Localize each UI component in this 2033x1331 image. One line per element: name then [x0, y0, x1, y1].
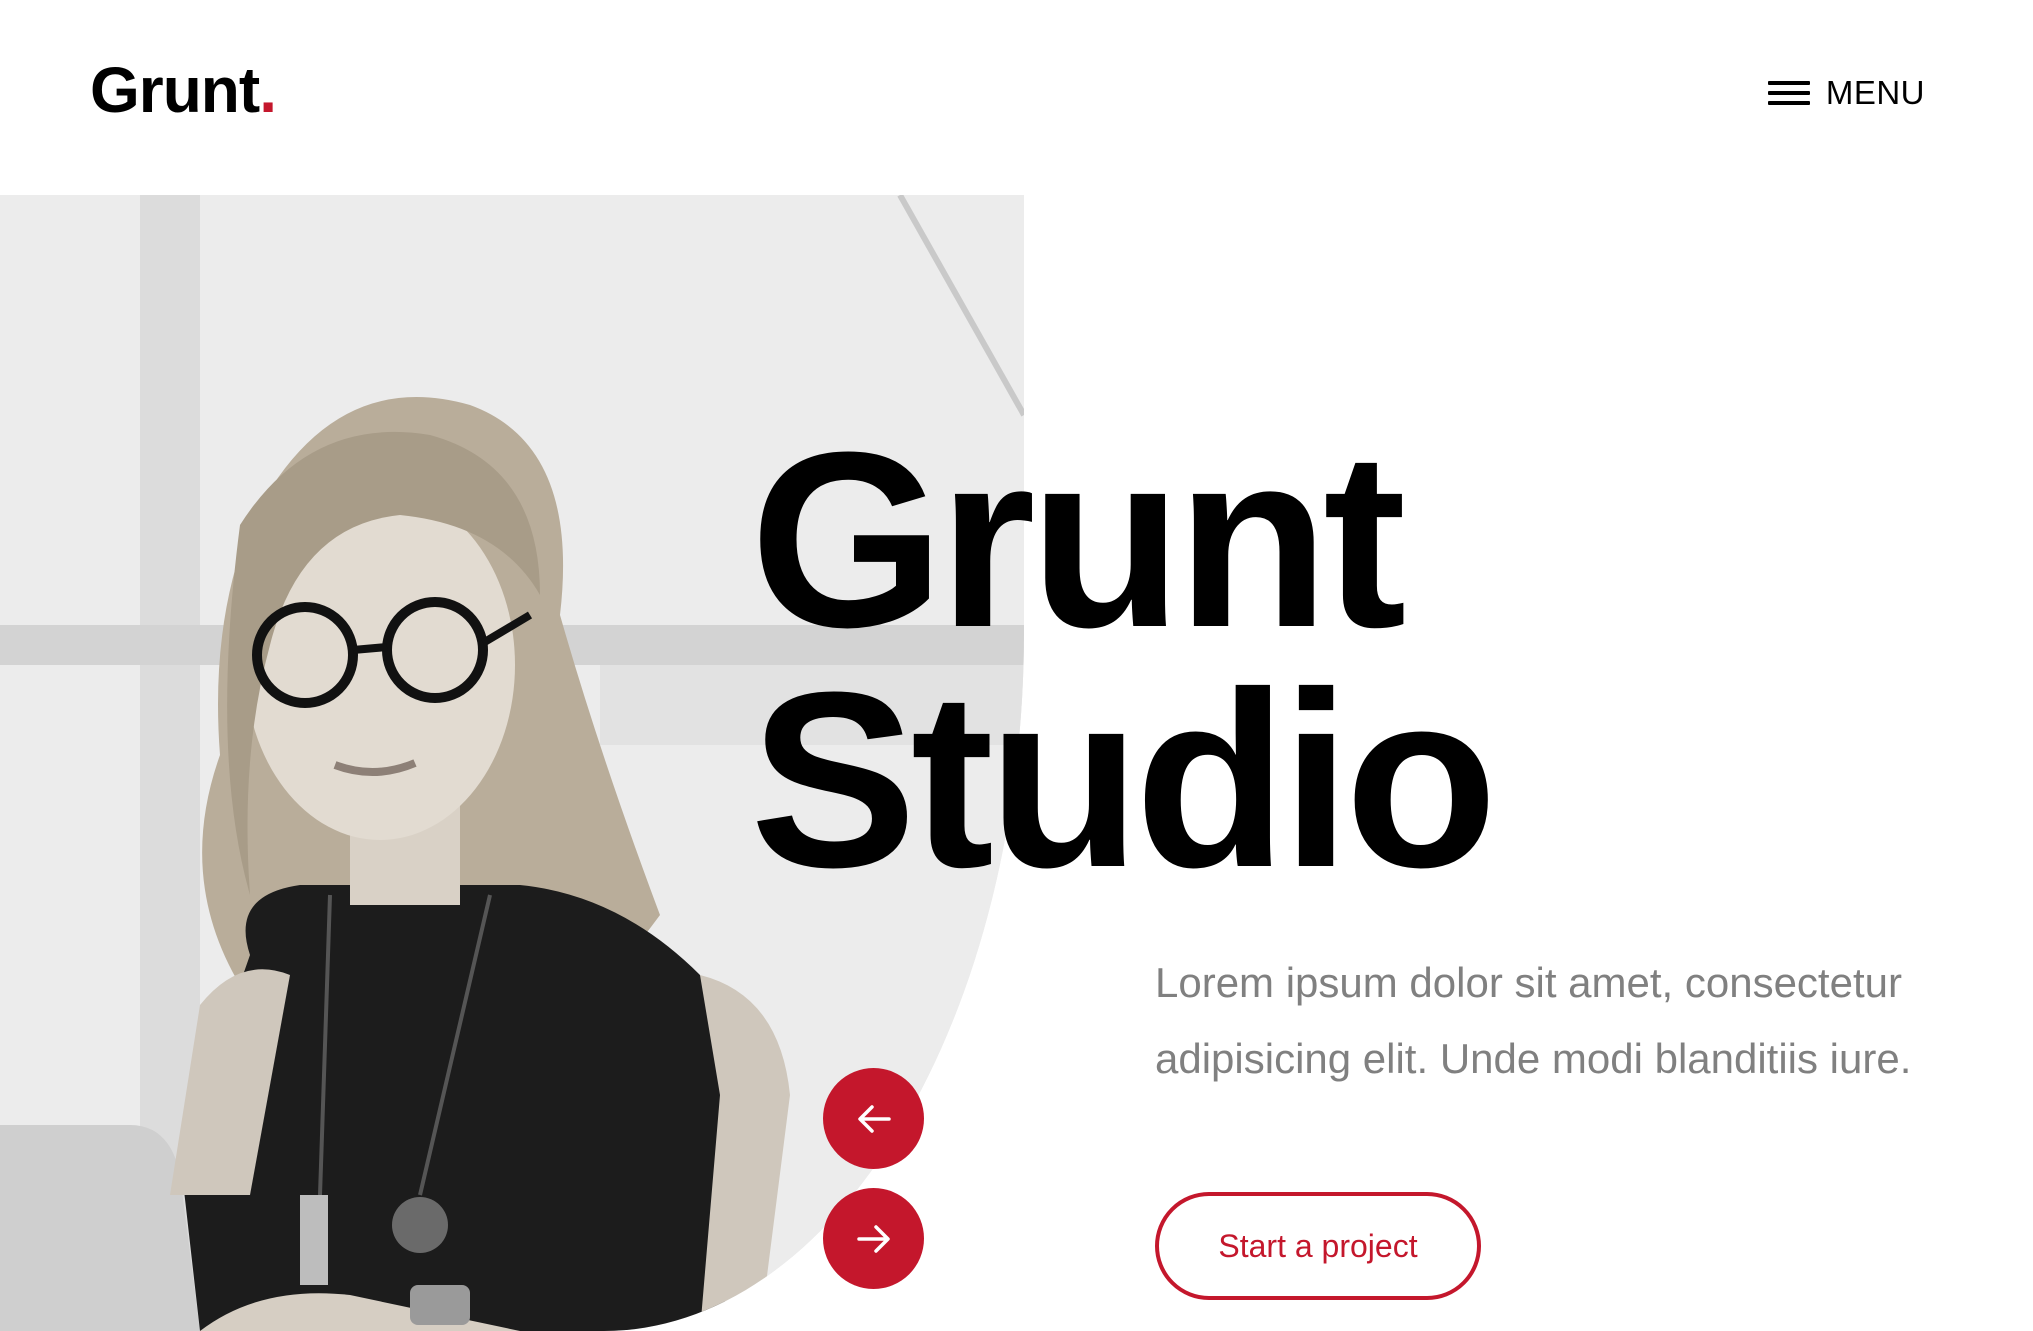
- slider-next-button[interactable]: [823, 1188, 924, 1289]
- arrow-right-icon: [856, 1224, 890, 1253]
- page: Grunt. MENU Grunt Studio Lorem ipsum dol…: [0, 0, 2033, 1331]
- hero-lead-text: Lorem ipsum dolor sit amet, consectetur …: [1155, 959, 1912, 1082]
- slider-prev-button[interactable]: [823, 1068, 924, 1169]
- menu-label: MENU: [1825, 74, 1925, 111]
- hamburger-icon: [1767, 77, 1810, 109]
- menu-button[interactable]: MENU: [1767, 74, 1925, 112]
- arrow-left-icon: [857, 1104, 891, 1133]
- hero-title-line-1: Grunt: [750, 400, 1406, 679]
- hero-title: Grunt Studio: [750, 400, 1498, 919]
- site-logo[interactable]: Grunt.: [90, 58, 277, 122]
- logo-dot: .: [259, 54, 277, 126]
- logo-text: Grunt: [90, 54, 260, 126]
- start-project-button[interactable]: Start a project: [1155, 1192, 1481, 1300]
- hero-title-line-2: Studio: [750, 640, 1498, 919]
